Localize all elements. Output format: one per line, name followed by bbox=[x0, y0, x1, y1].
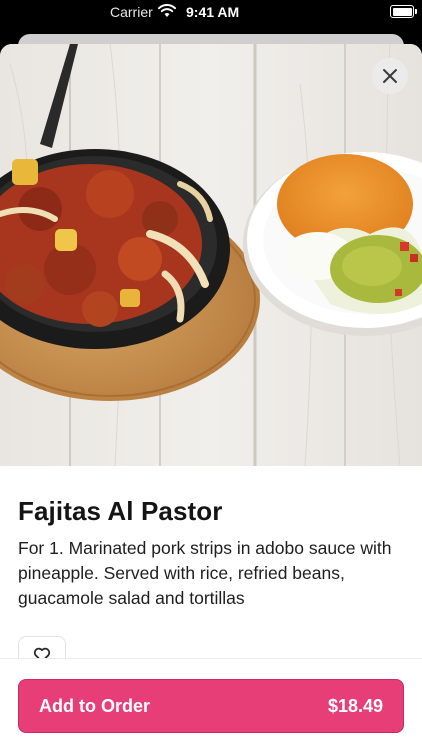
add-to-order-label: Add to Order bbox=[39, 695, 150, 716]
carrier-label: Carrier bbox=[110, 4, 153, 20]
item-detail-sheet: Fajitas Al Pastor For 1. Marinated pork … bbox=[0, 44, 422, 750]
item-title: Fajitas Al Pastor bbox=[18, 496, 223, 526]
close-button[interactable] bbox=[372, 58, 408, 94]
item-photo bbox=[0, 44, 422, 466]
item-description: For 1. Marinated pork strips in adobo sa… bbox=[18, 538, 392, 608]
price-label: $18.49 bbox=[327, 695, 383, 716]
add-to-order-button[interactable]: Add to Order $18.49 bbox=[18, 679, 404, 733]
battery-icon bbox=[390, 5, 417, 18]
close-icon bbox=[383, 69, 397, 83]
clock: 9:41 AM bbox=[186, 4, 240, 20]
bottom-action-bar: Add to Order $18.49 bbox=[0, 658, 422, 750]
status-bar: Carrier 9:41 AM bbox=[0, 0, 422, 26]
wifi-icon bbox=[158, 4, 176, 21]
